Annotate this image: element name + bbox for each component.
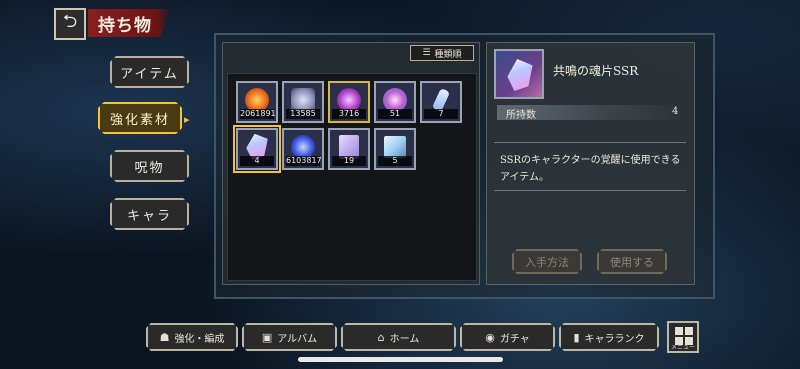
- grid-item[interactable]: 13585: [282, 81, 324, 123]
- held-count-label: 所持数: [506, 110, 536, 121]
- menu-button[interactable]: メニュー: [667, 321, 699, 353]
- item-count: 4: [240, 156, 274, 166]
- grid-item[interactable]: 2061891: [236, 81, 278, 123]
- rank-icon: ▮: [573, 330, 580, 344]
- item-count: 19: [332, 156, 366, 166]
- nav-label: 強化・編成: [174, 333, 225, 345]
- menu-label: メニュー: [670, 344, 695, 351]
- active-tab-arrow-icon: ▸: [184, 113, 190, 126]
- nav-home[interactable]: ⌂ ホーム: [341, 323, 456, 351]
- detail-item-image: [494, 49, 544, 99]
- sort-button[interactable]: ☰ 種類順: [410, 45, 474, 61]
- use-item-button[interactable]: 使用する: [597, 249, 667, 274]
- nav-gacha[interactable]: ◉ ガチャ: [460, 323, 555, 351]
- item-count: 51: [378, 109, 412, 119]
- grid-item[interactable]: 3716: [328, 81, 370, 123]
- album-icon: ▣: [261, 330, 273, 344]
- item-count: 5: [378, 156, 412, 166]
- crystal-stack-icon: [384, 135, 406, 158]
- nav-album[interactable]: ▣ アルバム: [242, 323, 337, 351]
- item-count: 7: [424, 109, 458, 119]
- grid-item-selected[interactable]: 4: [233, 125, 281, 173]
- grid-item[interactable]: 7: [420, 81, 462, 123]
- party-icon: ☗: [159, 330, 170, 344]
- nav-character-rank[interactable]: ▮ キャラランク: [559, 323, 659, 351]
- grid-item[interactable]: 51: [374, 81, 416, 123]
- back-button[interactable]: ⮌: [54, 8, 86, 40]
- sort-icon: ☰: [422, 48, 431, 58]
- home-indicator[interactable]: [298, 357, 503, 362]
- side-tab-materials[interactable]: 強化素材: [98, 102, 182, 134]
- grid-item[interactable]: 5: [374, 128, 416, 170]
- gacha-icon: ◉: [485, 330, 495, 344]
- sort-label: 種類順: [434, 49, 462, 60]
- item-count: 6103817: [286, 156, 322, 166]
- side-tab-characters[interactable]: キャラ: [110, 198, 189, 230]
- grid-item[interactable]: 19: [328, 128, 370, 170]
- nav-label: ホーム: [389, 333, 420, 345]
- item-name: 共鳴の魂片SSR: [553, 64, 639, 78]
- nav-label: キャラランク: [584, 333, 645, 345]
- home-icon: ⌂: [377, 330, 385, 344]
- back-arrow-icon: ⮌: [62, 11, 78, 32]
- divider: [494, 190, 686, 191]
- item-count: 3716: [332, 109, 366, 119]
- grid-item[interactable]: 6103817: [282, 128, 324, 170]
- grid-menu-icon: [675, 327, 683, 335]
- side-tab-items[interactable]: アイテム: [110, 56, 189, 88]
- held-count-value: 4: [672, 106, 679, 117]
- nav-enhance-formation[interactable]: ☗ 強化・編成: [146, 323, 238, 351]
- item-count: 2061891: [240, 109, 276, 119]
- nav-label: アルバム: [277, 333, 318, 345]
- side-tab-cursed-items[interactable]: 呪物: [110, 150, 189, 182]
- obtain-method-button[interactable]: 入手方法: [512, 249, 582, 274]
- item-count: 13585: [286, 109, 320, 119]
- soul-shard-icon: [507, 59, 533, 91]
- page-title: 持ち物: [88, 9, 170, 37]
- item-description: SSRのキャラクターの覚醒に使用できるアイテム。: [500, 155, 681, 183]
- nav-label: ガチャ: [499, 333, 530, 345]
- divider: [494, 142, 686, 143]
